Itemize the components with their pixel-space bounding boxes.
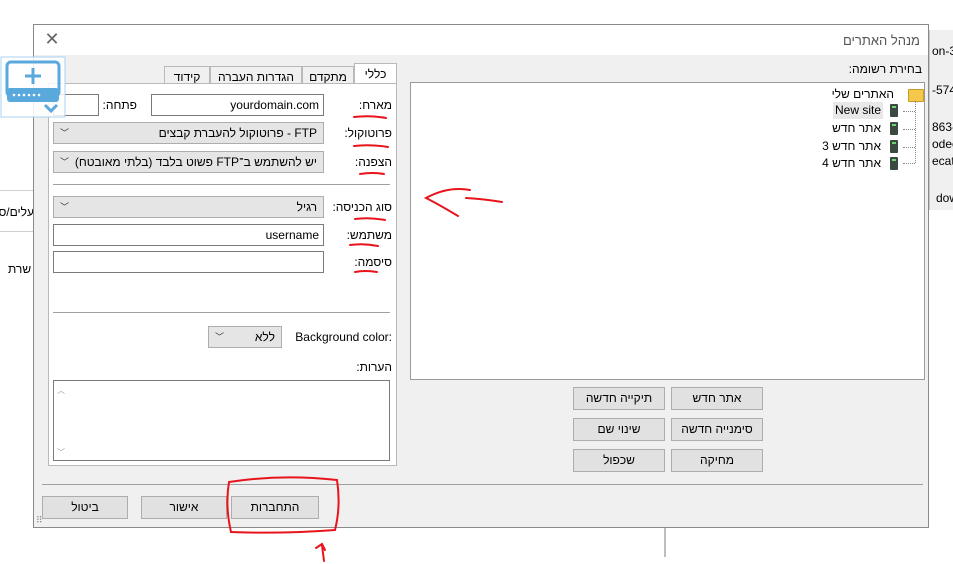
separator [53, 184, 390, 185]
close-icon[interactable]: ✕ [42, 28, 62, 50]
title-bar: מנהל האתרים ✕ [34, 25, 928, 55]
host-label: מארח: [358, 98, 392, 112]
user-input[interactable]: username [53, 224, 324, 246]
background-color-select[interactable]: ללא ﹀ [208, 326, 282, 348]
general-tab-panel: מארח: yourdomain.com פתחה: פרוטוקול: FTP… [48, 83, 397, 466]
site-tree[interactable]: האתרים שלי New site אתר חדש אתר חדש 3 את… [410, 82, 925, 380]
delete-button[interactable]: מחיקה [671, 449, 763, 472]
scroll-down-icon[interactable]: ﹀ [57, 447, 65, 458]
resize-grip-icon[interactable]: ⠿ [36, 515, 43, 526]
background-text: עלים/ס [0, 205, 34, 219]
tree-root-my-sites[interactable]: האתרים שלי [832, 86, 894, 103]
new-site-button[interactable]: אתר חדש [671, 387, 763, 410]
comments-label: הערות: [356, 360, 392, 374]
chevron-down-icon: ﹀ [59, 202, 69, 212]
host-input[interactable]: yourdomain.com [151, 94, 324, 116]
server-icon [890, 122, 898, 135]
chevron-down-icon: ﹀ [59, 157, 69, 167]
new-folder-button[interactable]: תיקייה חדשה [573, 387, 665, 410]
duplicate-button[interactable]: שכפול [573, 449, 665, 472]
separator [53, 312, 390, 313]
separator [42, 484, 923, 485]
select-entry-label: בחירת רשומה: [848, 62, 922, 76]
cancel-button[interactable]: ביטול [42, 496, 128, 519]
new-bookmark-button[interactable]: סימנייה חדשה [671, 418, 763, 441]
tree-item-new-site[interactable]: New site [832, 102, 883, 119]
background-color-label: Background color: [295, 330, 392, 344]
logon-type-select[interactable]: רגיל ﹀ [53, 196, 324, 218]
background-text: dow [936, 191, 953, 205]
port-label: פתחה: [102, 98, 137, 112]
background-text: odec [932, 137, 953, 151]
protocol-value: FTP - פרוטוקול להעברת קבצים [158, 126, 317, 140]
ok-button[interactable]: אישור [141, 496, 227, 519]
site-manager-dialog: מנהל האתרים ✕ בחירת רשומה: האתרים שלי Ne… [33, 24, 929, 528]
background-text: שרת [8, 262, 32, 276]
logon-type-value: רגיל [296, 200, 317, 214]
chevron-down-icon: ﹀ [59, 128, 69, 138]
password-input[interactable] [53, 251, 324, 273]
background-app-strip: עלים/ס [0, 190, 34, 232]
dialog-title: מנהל האתרים [843, 33, 920, 48]
pointer-arrow [321, 544, 325, 562]
encryption-value: יש להשתמש ב־FTP פשוט בלבד (בלתי מאובטח) [74, 155, 317, 169]
tree-connector [903, 163, 915, 164]
protocol-select[interactable]: FTP - פרוטוקול להעברת קבצים ﹀ [53, 122, 324, 144]
logon-type-label: סוג הכניסה: [332, 200, 392, 214]
encryption-label: הצפנה: [354, 155, 392, 169]
tree-item-site-4[interactable]: אתר חדש 4 [822, 155, 881, 172]
rename-button[interactable]: שינוי שם [573, 418, 665, 441]
comments-textarea[interactable]: ︿ ﹀ [53, 380, 390, 461]
tree-connector [903, 129, 915, 130]
tree-item-site-3[interactable]: אתר חדש 3 [822, 138, 881, 155]
background-text: ecat [932, 154, 953, 168]
protocol-label: פרוטוקול: [344, 126, 392, 140]
encryption-select[interactable]: יש להשתמש ב־FTP פשוט בלבד (בלתי מאובטח) … [53, 151, 324, 173]
tree-connector [915, 101, 916, 163]
background-divider [664, 527, 666, 557]
server-icon [890, 157, 898, 170]
pointer-arrow [315, 542, 326, 551]
server-icon [890, 140, 898, 153]
background-text: on-3 [932, 44, 953, 58]
background-text: 863- [932, 120, 953, 134]
server-icon [890, 104, 898, 117]
screenshot-tool-icon[interactable] [0, 56, 66, 118]
background-text: -574 [932, 83, 953, 97]
folder-icon [908, 89, 924, 102]
tree-connector [903, 147, 915, 148]
tree-connector [903, 111, 915, 112]
scroll-up-icon[interactable]: ︿ [57, 385, 65, 396]
user-label: משתמש: [346, 228, 392, 242]
tree-item-site[interactable]: אתר חדש [832, 120, 881, 137]
password-label: סיסמה: [354, 255, 392, 269]
background-color-value: ללא [254, 330, 275, 344]
background-app-panel: on-3 -574 863- odec ecat dow [929, 30, 953, 210]
connect-button[interactable]: התחברות [231, 496, 319, 519]
chevron-down-icon: ﹀ [214, 332, 224, 342]
